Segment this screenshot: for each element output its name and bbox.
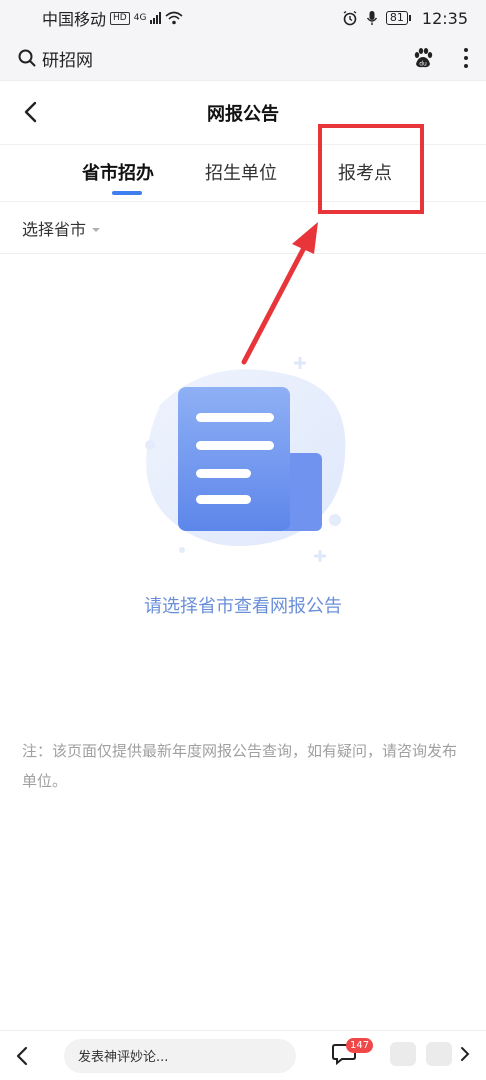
share-icon[interactable] <box>426 1042 452 1066</box>
back-button[interactable] <box>16 97 44 127</box>
chevron-left-icon <box>24 101 37 123</box>
chevron-right-icon[interactable] <box>460 1046 470 1062</box>
svg-text:du: du <box>419 61 427 68</box>
chevron-left-icon <box>16 1046 28 1065</box>
annotation-highlight-box <box>318 124 424 214</box>
browser-search-text: 研招网 <box>42 50 93 71</box>
empty-state-message: 请选择省市查看网报公告 <box>144 596 342 617</box>
comment-input[interactable]: 发表神评妙论... <box>64 1038 296 1073</box>
province-filter-label: 选择省市 <box>22 219 87 239</box>
browser-bar: 研招网 du <box>0 36 486 80</box>
carrier-label: 中国移动 <box>42 10 107 29</box>
baidu-paw-icon[interactable]: du <box>412 47 434 69</box>
tab-enrollment-unit[interactable]: 招生单位 <box>205 159 277 185</box>
tab-provincial-office[interactable]: 省市招办 <box>82 159 154 185</box>
page-note: 注：该页面仅提供最新年度网报公告查询，如有疑问，请咨询发布单位。 <box>22 742 458 790</box>
battery-icon: 81 <box>385 11 411 25</box>
browser-back-button[interactable] <box>16 1041 40 1071</box>
signal-icon <box>150 12 162 24</box>
wifi-icon <box>165 11 183 25</box>
status-bar: 中国移动 HD 4G 81 12:35 <box>0 0 486 36</box>
time-label: 12:35 <box>421 8 468 28</box>
more-vertical-icon[interactable] <box>464 48 468 68</box>
alarm-icon <box>343 10 357 26</box>
active-tab-indicator <box>112 191 142 195</box>
mic-icon <box>366 11 377 25</box>
document-illustration <box>145 357 346 562</box>
like-icon[interactable] <box>390 1042 416 1066</box>
page-title: 网报公告 <box>207 103 279 125</box>
network-type: 4G <box>133 13 147 23</box>
caret-down-icon <box>92 227 101 232</box>
browser-search[interactable]: 研招网 <box>18 46 93 71</box>
search-icon <box>18 49 36 67</box>
hd-icon: HD <box>110 11 130 25</box>
comment-count-badge: 147 <box>346 1038 374 1053</box>
